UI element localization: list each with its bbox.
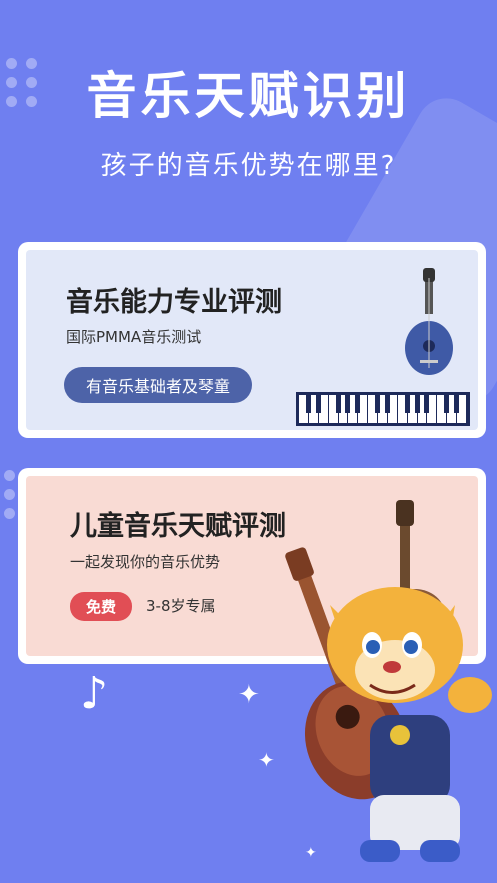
tiger-mascot-illustration — [285, 500, 492, 862]
age-range-label: 3-8岁专属 — [146, 597, 216, 615]
decorative-dots-side — [4, 470, 16, 519]
professional-test-button[interactable]: 有音乐基础者及琴童 — [64, 367, 253, 403]
piano-keys-icon — [296, 392, 470, 426]
children-test-subtitle: 一起发现你的音乐优势 — [70, 553, 221, 571]
page-subtitle: 孩子的音乐优势在哪里? — [100, 151, 397, 181]
free-badge: 免费 — [70, 592, 133, 621]
sparkle-icon: ✦ — [305, 845, 317, 861]
sparkle-icon: ✦ — [238, 680, 260, 710]
professional-test-subtitle: 国际PMMA音乐测试 — [66, 328, 202, 346]
sparkle-icon: ✦ — [258, 748, 275, 772]
professional-test-card-body: 音乐能力专业评测 国际PMMA音乐测试 有音乐基础者及琴童 — [26, 250, 478, 430]
professional-test-title: 音乐能力专业评测 — [66, 287, 282, 318]
music-note-icon: ♪ — [80, 668, 109, 719]
page-title: 音乐天赋识别 — [86, 67, 411, 125]
professional-test-card[interactable]: 音乐能力专业评测 国际PMMA音乐测试 有音乐基础者及琴童 — [18, 242, 486, 438]
lute-icon — [405, 268, 453, 375]
